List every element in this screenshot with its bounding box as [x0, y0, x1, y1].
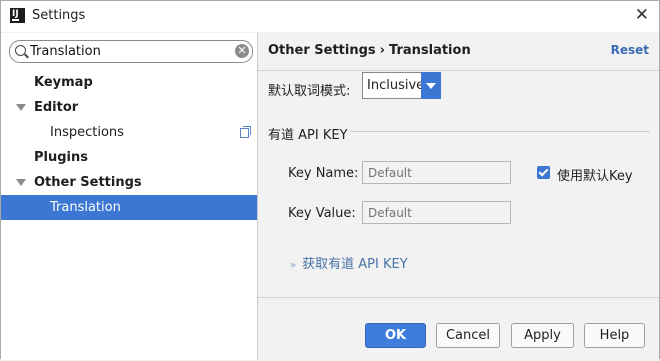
group-divider [350, 131, 650, 132]
ok-button[interactable]: OK [365, 323, 426, 348]
key-name-label: Key Name: [288, 166, 359, 181]
breadcrumb: Other Settings › Translation [268, 43, 471, 58]
use-default-key-checkbox[interactable] [537, 166, 550, 179]
mode-dropdown[interactable]: Inclusive [362, 72, 441, 99]
tree-item-label: Other Settings [34, 175, 142, 190]
window-title: Settings [32, 8, 86, 23]
breadcrumb-parent: Other Settings [268, 43, 376, 58]
tree-item-inspections[interactable]: Inspections [1, 120, 257, 145]
settings-content: Other Settings › Translation Reset 默认取词模式:… [258, 33, 659, 297]
use-default-key-label[interactable]: 使用默认Key [557, 165, 633, 184]
tree-item-label: Plugins [34, 150, 88, 165]
tree-item-keymap[interactable]: Keymap [1, 70, 257, 95]
tree-item-label: Translation [50, 200, 121, 215]
close-icon[interactable]: ✕ [635, 5, 649, 25]
tree-item-label: Inspections [50, 125, 124, 140]
get-api-key-link[interactable]: » 获取有道 API KEY [290, 253, 408, 272]
tree-item-translation[interactable]: Translation [1, 195, 257, 220]
settings-sidebar: ✕ Keymap Editor Inspections Plugins Othe… [1, 33, 258, 360]
tree-item-label: Editor [34, 100, 79, 115]
reset-link[interactable]: Reset [611, 43, 649, 57]
dialog-footer: OK Cancel Apply Help [258, 297, 659, 361]
search-input[interactable] [30, 42, 226, 60]
key-value-field[interactable] [362, 201, 511, 224]
clear-search-icon[interactable]: ✕ [235, 44, 249, 58]
expand-arrow-icon[interactable] [16, 179, 26, 186]
tree-item-plugins[interactable]: Plugins [1, 145, 257, 170]
key-value-label: Key Value: [288, 206, 356, 221]
key-name-field[interactable] [362, 161, 511, 184]
expand-arrow-icon[interactable] [16, 104, 26, 111]
search-icon [15, 45, 26, 56]
apply-button[interactable]: Apply [511, 323, 574, 348]
help-button[interactable]: Help [584, 323, 645, 348]
settings-dialog: IJ Settings ✕ ✕ Keymap Editor Inspection… [0, 0, 660, 361]
content-header: Other Settings › Translation Reset [258, 33, 659, 71]
api-key-group-title: 有道 API KEY [268, 128, 348, 143]
cancel-button[interactable]: Cancel [436, 323, 500, 348]
chevron-down-icon [426, 83, 436, 89]
title-bar: IJ Settings ✕ [1, 1, 659, 32]
tree-item-label: Keymap [34, 75, 93, 90]
mode-label: 默认取词模式: [268, 84, 351, 99]
settings-search-box[interactable]: ✕ [9, 40, 253, 63]
intellij-app-icon: IJ [10, 8, 25, 23]
project-settings-icon [240, 126, 251, 138]
tree-item-other-settings[interactable]: Other Settings [1, 170, 257, 195]
double-chevron-icon: » [290, 260, 297, 271]
tree-item-editor[interactable]: Editor [1, 95, 257, 120]
breadcrumb-separator: › [379, 43, 385, 58]
mode-dropdown-value: Inclusive [367, 78, 425, 93]
dropdown-button[interactable] [421, 72, 441, 99]
breadcrumb-current: Translation [389, 43, 471, 58]
get-api-key-label: 获取有道 API KEY [302, 257, 408, 272]
